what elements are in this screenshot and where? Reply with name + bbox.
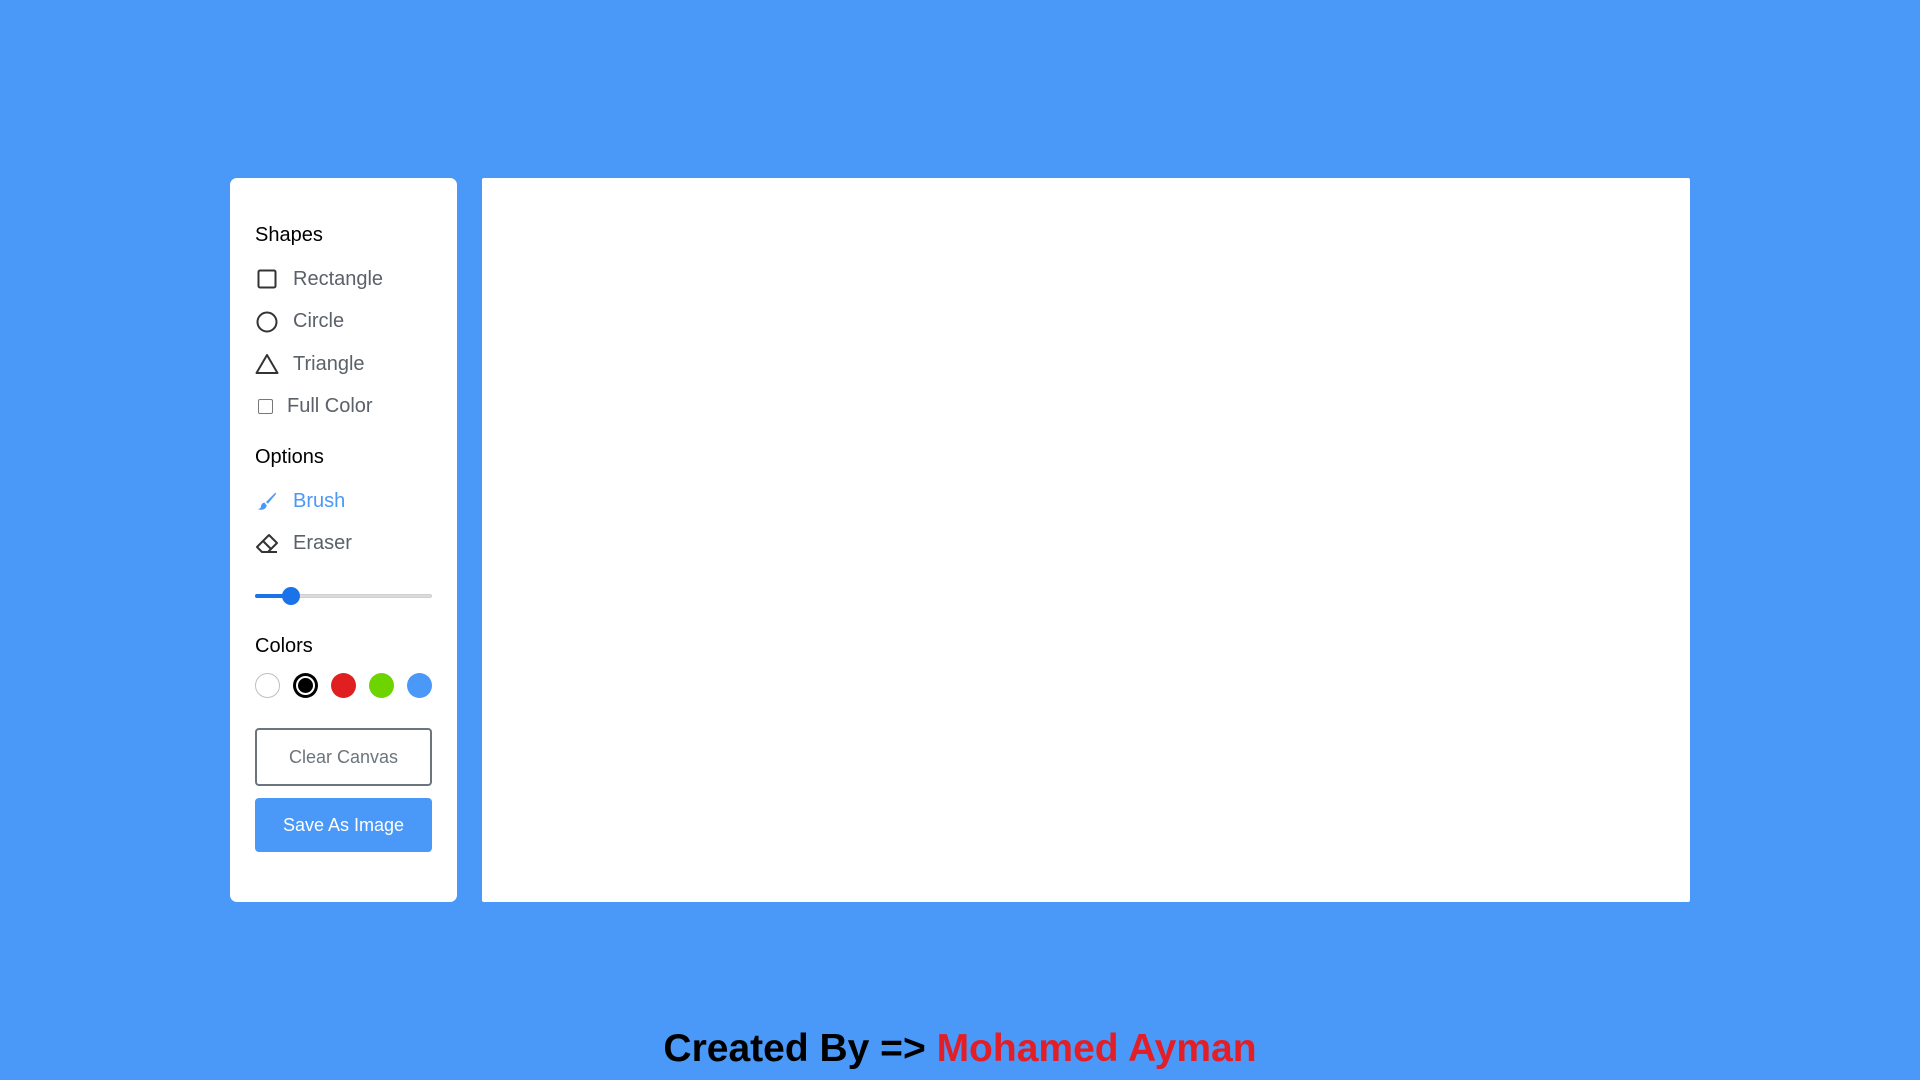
- eraser-icon: [255, 532, 279, 556]
- color-swatch-red[interactable]: [331, 673, 356, 698]
- footer-author: Mohamed Ayman: [936, 1027, 1257, 1070]
- shape-option-label: Circle: [293, 310, 345, 333]
- brush-size-slider[interactable]: [255, 585, 432, 607]
- fill-color-checkbox[interactable]: [255, 395, 275, 419]
- color-swatch-list: [255, 673, 432, 698]
- options-list: Brush Eraser: [255, 480, 432, 565]
- tool-option-label: Eraser: [293, 532, 352, 555]
- color-swatch-green[interactable]: [369, 673, 394, 698]
- tools-panel: Shapes Rectangle Circle Triangle Full Co…: [230, 178, 457, 902]
- circle-outline-icon: [255, 310, 279, 334]
- triangle-outline-icon: [255, 352, 279, 376]
- brush-icon: [255, 489, 279, 513]
- tool-option-eraser[interactable]: Eraser: [255, 523, 432, 566]
- shape-option-rectangle[interactable]: Rectangle: [255, 258, 432, 301]
- slider-thumb[interactable]: [282, 587, 300, 605]
- options-title: Options: [255, 446, 324, 468]
- clear-canvas-button[interactable]: Clear Canvas: [255, 728, 432, 786]
- color-swatch-blue[interactable]: [407, 673, 432, 698]
- shapes-list: Rectangle Circle Triangle Full Color: [255, 258, 432, 428]
- fill-color-option[interactable]: Full Color: [255, 386, 432, 429]
- drawing-canvas[interactable]: [482, 178, 1690, 902]
- colors-title: Colors: [255, 635, 313, 657]
- shapes-title: Shapes: [255, 224, 323, 246]
- save-image-button[interactable]: Save As Image: [255, 798, 432, 852]
- tool-option-label: Brush: [293, 489, 346, 512]
- shape-option-circle[interactable]: Circle: [255, 301, 432, 344]
- shape-option-label: Rectangle: [293, 267, 384, 290]
- shape-option-triangle[interactable]: Triangle: [255, 343, 432, 386]
- rectangle-outline-icon: [255, 267, 279, 291]
- color-swatch-black[interactable]: [293, 673, 318, 698]
- shape-option-label: Triangle: [293, 352, 365, 375]
- tool-option-brush[interactable]: Brush: [255, 480, 432, 523]
- fill-color-label: Full Color: [287, 395, 373, 418]
- color-swatch-white[interactable]: [255, 673, 280, 698]
- footer-credit: Created By => Mohamed Ayman: [0, 1027, 1920, 1071]
- footer-prefix: Created By =>: [663, 1027, 937, 1070]
